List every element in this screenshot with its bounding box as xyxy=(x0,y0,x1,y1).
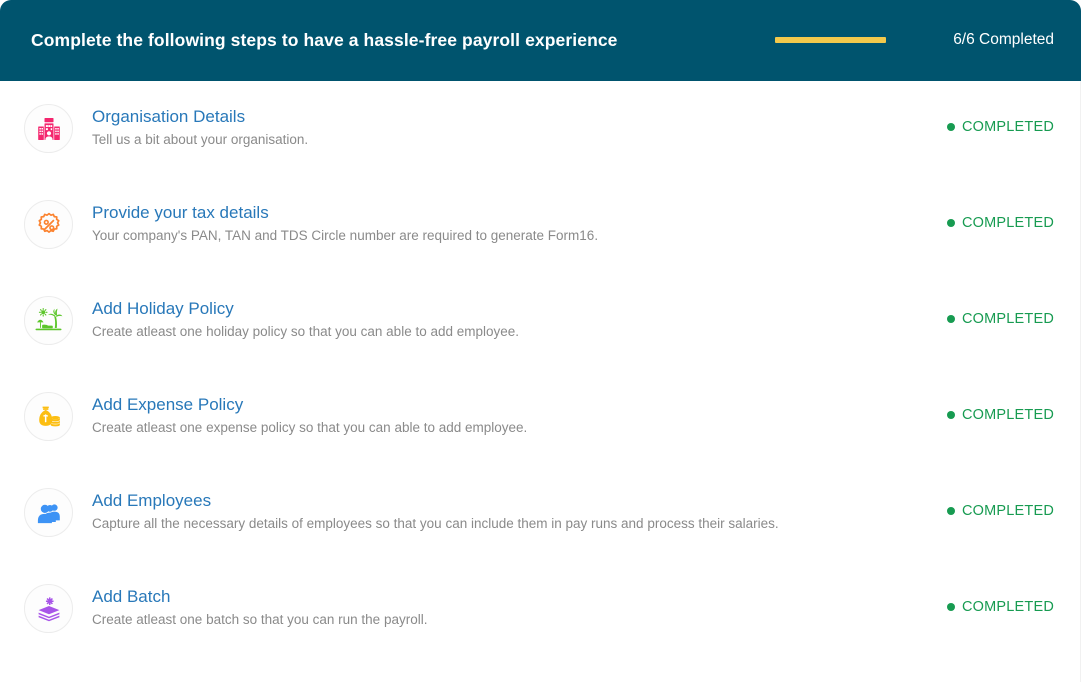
step-text-block: Add Employees Capture all the necessary … xyxy=(92,489,779,534)
setup-step-row[interactable]: Add Batch Create atleast one batch so th… xyxy=(0,561,1081,657)
setup-step-row[interactable]: Add Employees Capture all the necessary … xyxy=(0,465,1081,561)
step-description: Create atleast one batch so that you can… xyxy=(92,612,428,627)
status-badge: COMPLETED xyxy=(946,215,1054,231)
status-label: COMPLETED xyxy=(961,215,1054,231)
completed-count-label: 6/6 Completed xyxy=(953,31,1054,48)
percent-badge-icon xyxy=(24,200,73,249)
status-label: COMPLETED xyxy=(961,503,1054,519)
employees-group-icon xyxy=(24,488,73,537)
step-description: Create atleast one expense policy so tha… xyxy=(92,420,528,435)
status-badge: COMPLETED xyxy=(946,311,1054,327)
setup-step-row[interactable]: Add Expense Policy Create atleast one ex… xyxy=(0,369,1081,465)
step-title[interactable]: Add Batch xyxy=(92,585,427,609)
step-text-block: Add Holiday Policy Create atleast one ho… xyxy=(92,297,519,342)
payroll-setup-checklist-page: Complete the following steps to have a h… xyxy=(0,0,1081,682)
step-title[interactable]: Add Expense Policy xyxy=(92,393,527,417)
step-title[interactable]: Add Employees xyxy=(92,489,779,513)
step-description: Tell us a bit about your organisation. xyxy=(92,132,309,147)
office-building-icon xyxy=(24,104,73,153)
step-text-block: Provide your tax details Your company's … xyxy=(92,201,598,246)
status-label: COMPLETED xyxy=(961,311,1054,327)
status-dot-icon xyxy=(946,315,955,323)
status-badge: COMPLETED xyxy=(946,599,1054,615)
step-title[interactable]: Add Holiday Policy xyxy=(92,297,519,321)
step-description: Your company's PAN, TAN and TDS Circle n… xyxy=(92,228,599,243)
setup-progress-fill xyxy=(775,37,886,43)
banner-title: Complete the following steps to have a h… xyxy=(31,30,618,50)
status-badge: COMPLETED xyxy=(946,503,1054,519)
status-dot-icon xyxy=(946,411,955,419)
status-badge: COMPLETED xyxy=(946,119,1054,135)
setup-step-row[interactable]: Provide your tax details Your company's … xyxy=(0,177,1081,273)
step-description: Create atleast one holiday policy so tha… xyxy=(92,324,520,339)
setup-step-row[interactable]: Add Holiday Policy Create atleast one ho… xyxy=(0,273,1081,369)
step-description: Capture all the necessary details of emp… xyxy=(92,516,779,531)
status-dot-icon xyxy=(946,123,955,131)
setup-progress-banner: Complete the following steps to have a h… xyxy=(0,0,1081,81)
money-bag-coins-icon xyxy=(24,392,73,441)
status-dot-icon xyxy=(946,507,955,515)
status-badge: COMPLETED xyxy=(946,407,1054,423)
status-dot-icon xyxy=(946,603,955,611)
setup-steps-list: Organisation Details Tell us a bit about… xyxy=(0,81,1081,682)
setup-step-row[interactable]: Organisation Details Tell us a bit about… xyxy=(0,81,1081,177)
step-text-block: Add Expense Policy Create atleast one ex… xyxy=(92,393,527,438)
step-text-block: Add Batch Create atleast one batch so th… xyxy=(92,585,427,630)
step-text-block: Organisation Details Tell us a bit about… xyxy=(92,105,308,150)
palm-beach-icon xyxy=(24,296,73,345)
status-label: COMPLETED xyxy=(961,599,1054,615)
step-title[interactable]: Provide your tax details xyxy=(92,201,598,225)
layers-stack-icon xyxy=(24,584,73,633)
status-dot-icon xyxy=(946,219,955,227)
status-label: COMPLETED xyxy=(961,407,1054,423)
step-title[interactable]: Organisation Details xyxy=(92,105,308,129)
status-label: COMPLETED xyxy=(961,119,1054,135)
setup-progress-bar xyxy=(775,37,886,43)
